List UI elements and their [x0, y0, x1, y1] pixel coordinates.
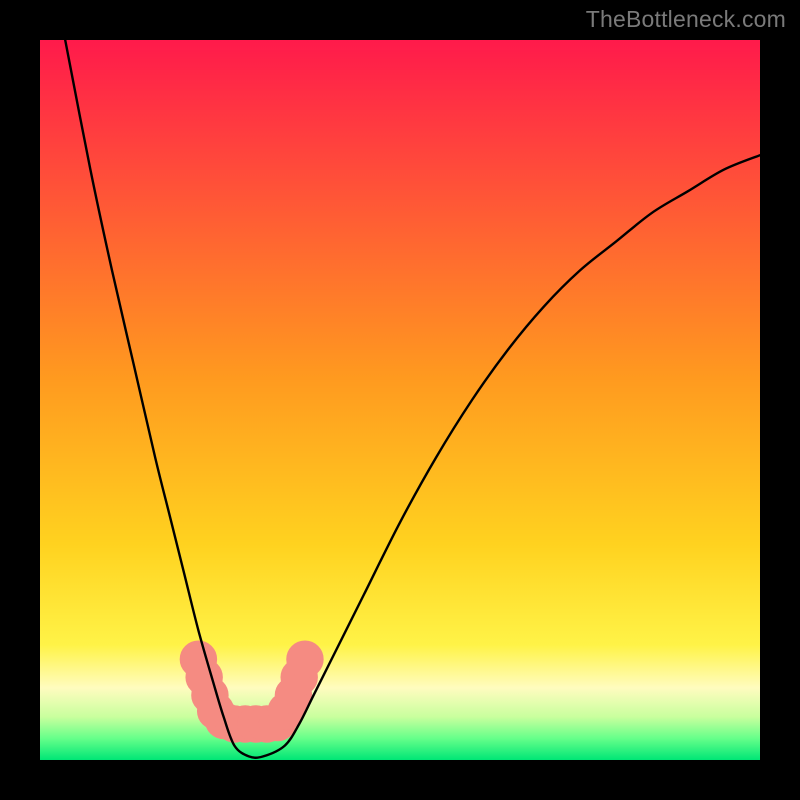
chart-frame: TheBottleneck.com: [0, 0, 800, 800]
plot-area: [40, 40, 760, 760]
coral-blob: [286, 640, 323, 677]
gradient-background: [40, 40, 760, 760]
chart-svg: [40, 40, 760, 760]
watermark-text: TheBottleneck.com: [586, 6, 786, 33]
